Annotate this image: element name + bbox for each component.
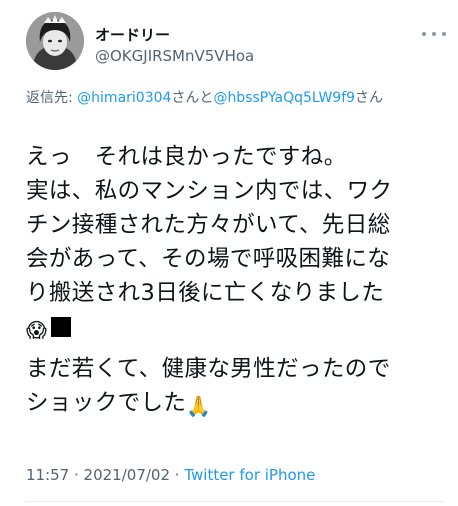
dot [422,32,426,36]
user-handle[interactable]: @OKGJIRSMnV5VHoa [95,47,254,65]
tweet-line: 実は、私のマンション内では、ワク [26,178,393,204]
reply-connector: さんと [171,90,214,106]
meta-separator: · [69,466,84,484]
display-name[interactable]: オードリー [95,24,170,45]
black-square-icon [51,317,72,337]
avatar-portrait-icon [26,12,84,70]
meta-separator: · [170,466,185,484]
scream-emoji-icon: 😱 [26,318,48,342]
tweet-line-last: ショックでした🙏 [26,386,446,420]
tweet-line: 会があって、その場で呼吸困難にな [26,246,391,272]
dot [432,32,436,36]
emoji-line: 😱 [26,310,446,344]
reply-prefix: 返信先: [26,90,78,106]
tweet-source[interactable]: Twitter for iPhone [184,466,315,484]
dot [442,32,446,36]
tweet-line: えっ それは良かったですね。 [26,144,347,170]
avatar[interactable] [26,12,84,70]
reply-suffix: さん [355,90,384,106]
divider [26,501,444,502]
replying-to: 返信先: @himari0304さんと@hbssPYaQq5LW9f9さん [26,87,444,109]
reply-mention-2[interactable]: @hbssPYaQq5LW9f9 [213,90,355,106]
tweet-line-text: ショックでした [26,390,187,416]
tweet-line: まだ若くて、健康な男性だったので [26,356,391,382]
tweet-line: り搬送され3日後に亡くなりました [26,280,385,306]
tweet-date[interactable]: 2021/07/02 [84,466,170,484]
more-options-icon[interactable] [422,26,446,42]
tweet-line: チン接種された方々がいて、先日総 [26,212,391,238]
reply-mention-1[interactable]: @himari0304 [77,90,171,106]
tweet-text: えっ それは良かったですね。 実は、私のマンション内では、ワク チン接種された方… [26,140,446,420]
tweet-time[interactable]: 11:57 [26,466,69,484]
tweet-meta: 11:57 · 2021/07/02 · Twitter for iPhone [26,466,315,484]
pray-emoji-icon: 🙏 [186,394,212,418]
tweet-card: オードリー @OKGJIRSMnV5VHoa 返信先: @himari0304さ… [0,0,458,506]
